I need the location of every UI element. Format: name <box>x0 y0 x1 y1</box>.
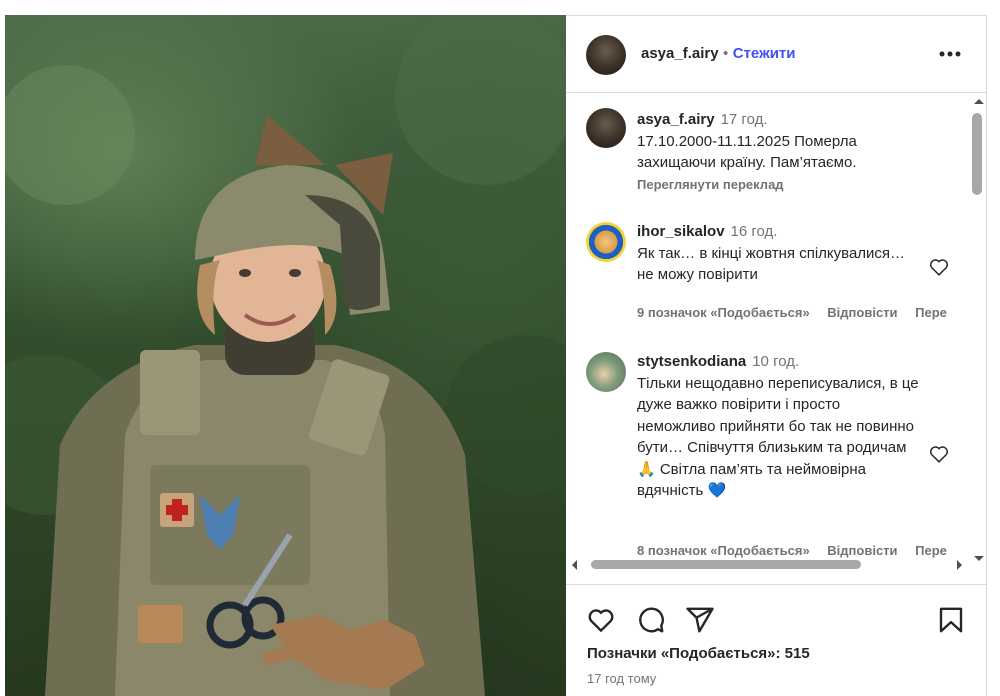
follow-button[interactable]: Стежити <box>733 45 796 62</box>
comment-username[interactable]: stytsenkodiana <box>637 353 746 370</box>
scroll-up-arrow-icon[interactable] <box>973 97 985 105</box>
comment-username[interactable]: ihor_sikalov <box>637 223 725 240</box>
scroll-left-arrow-icon[interactable] <box>570 559 578 571</box>
comment-likes-count[interactable]: 8 позначок «Подобається» <box>637 543 810 558</box>
more-options-icon[interactable] <box>938 50 962 58</box>
author-username[interactable]: asya_f.airy <box>641 45 719 62</box>
post-time[interactable]: 17 год тому <box>587 671 656 686</box>
comments-list[interactable]: asya_f.airy 17 год. 17.10.2000-11.11.2025… <box>566 94 987 581</box>
comment-like-heart-icon[interactable] <box>928 256 950 278</box>
reply-button[interactable]: Відповісти <box>827 305 897 320</box>
caption-text: 17.10.2000-11.11.2025 Померла захищаючи … <box>637 132 857 172</box>
horizontal-scroll-thumb[interactable] <box>591 560 861 569</box>
post-header: asya_f.airy • Стежити <box>566 16 987 93</box>
comment-likes-count[interactable]: 9 позначок «Подобається» <box>637 305 810 320</box>
commenter-avatar[interactable] <box>586 352 626 392</box>
separator-dot: • <box>723 45 729 62</box>
share-icon[interactable] <box>685 605 715 635</box>
post-sidebar: asya_f.airy • Стежити asya_f.airy 17 год.… <box>566 15 987 696</box>
caption-username[interactable]: asya_f.airy <box>637 111 715 128</box>
bookmark-icon[interactable] <box>936 605 966 635</box>
post-photo[interactable] <box>5 15 566 696</box>
comment-meta: 8 позначок «Подобається» Відповісти Пере <box>637 543 961 558</box>
heart-icon[interactable] <box>586 605 616 635</box>
comment-body: stytsenkodiana 10 год. Тільки нещодавно п… <box>637 351 919 502</box>
comment-time[interactable]: 10 год. <box>752 353 799 370</box>
comment-time[interactable]: 16 год. <box>731 223 778 240</box>
caption-avatar[interactable] <box>586 108 626 148</box>
caption-time[interactable]: 17 год. <box>721 111 768 128</box>
scroll-right-arrow-icon[interactable] <box>956 559 964 571</box>
likes-count[interactable]: Позначки «Подобається»: 515 <box>587 645 810 662</box>
comment-text: Тільки нещодавно переписувалися, в це ду… <box>637 374 919 500</box>
comment-meta: 9 позначок «Подобається» Відповісти Пере <box>637 305 961 320</box>
author-avatar[interactable] <box>586 35 626 75</box>
comment-icon[interactable] <box>636 605 666 635</box>
commenter-avatar[interactable] <box>586 222 626 262</box>
caption-body: asya_f.airy 17 год. 17.10.2000-11.11.2025… <box>637 109 917 195</box>
soldier-illustration <box>5 15 566 696</box>
translate-button[interactable]: Пере <box>915 543 947 558</box>
post-actions: Позначки «Подобається»: 515 17 год тому <box>566 584 987 696</box>
reply-button[interactable]: Відповісти <box>827 543 897 558</box>
comment-like-heart-icon[interactable] <box>928 443 950 465</box>
comment-body: ihor_sikalov 16 год. Як так… в кінці жовт… <box>637 221 917 286</box>
vertical-scroll-thumb[interactable] <box>972 113 982 195</box>
comment-text: Як так… в кінці жовтня спілкувалися… не … <box>637 244 906 284</box>
translate-button[interactable]: Пере <box>915 305 947 320</box>
translate-link[interactable]: Переглянути переклад <box>637 174 917 196</box>
scroll-down-arrow-icon[interactable] <box>973 555 985 563</box>
